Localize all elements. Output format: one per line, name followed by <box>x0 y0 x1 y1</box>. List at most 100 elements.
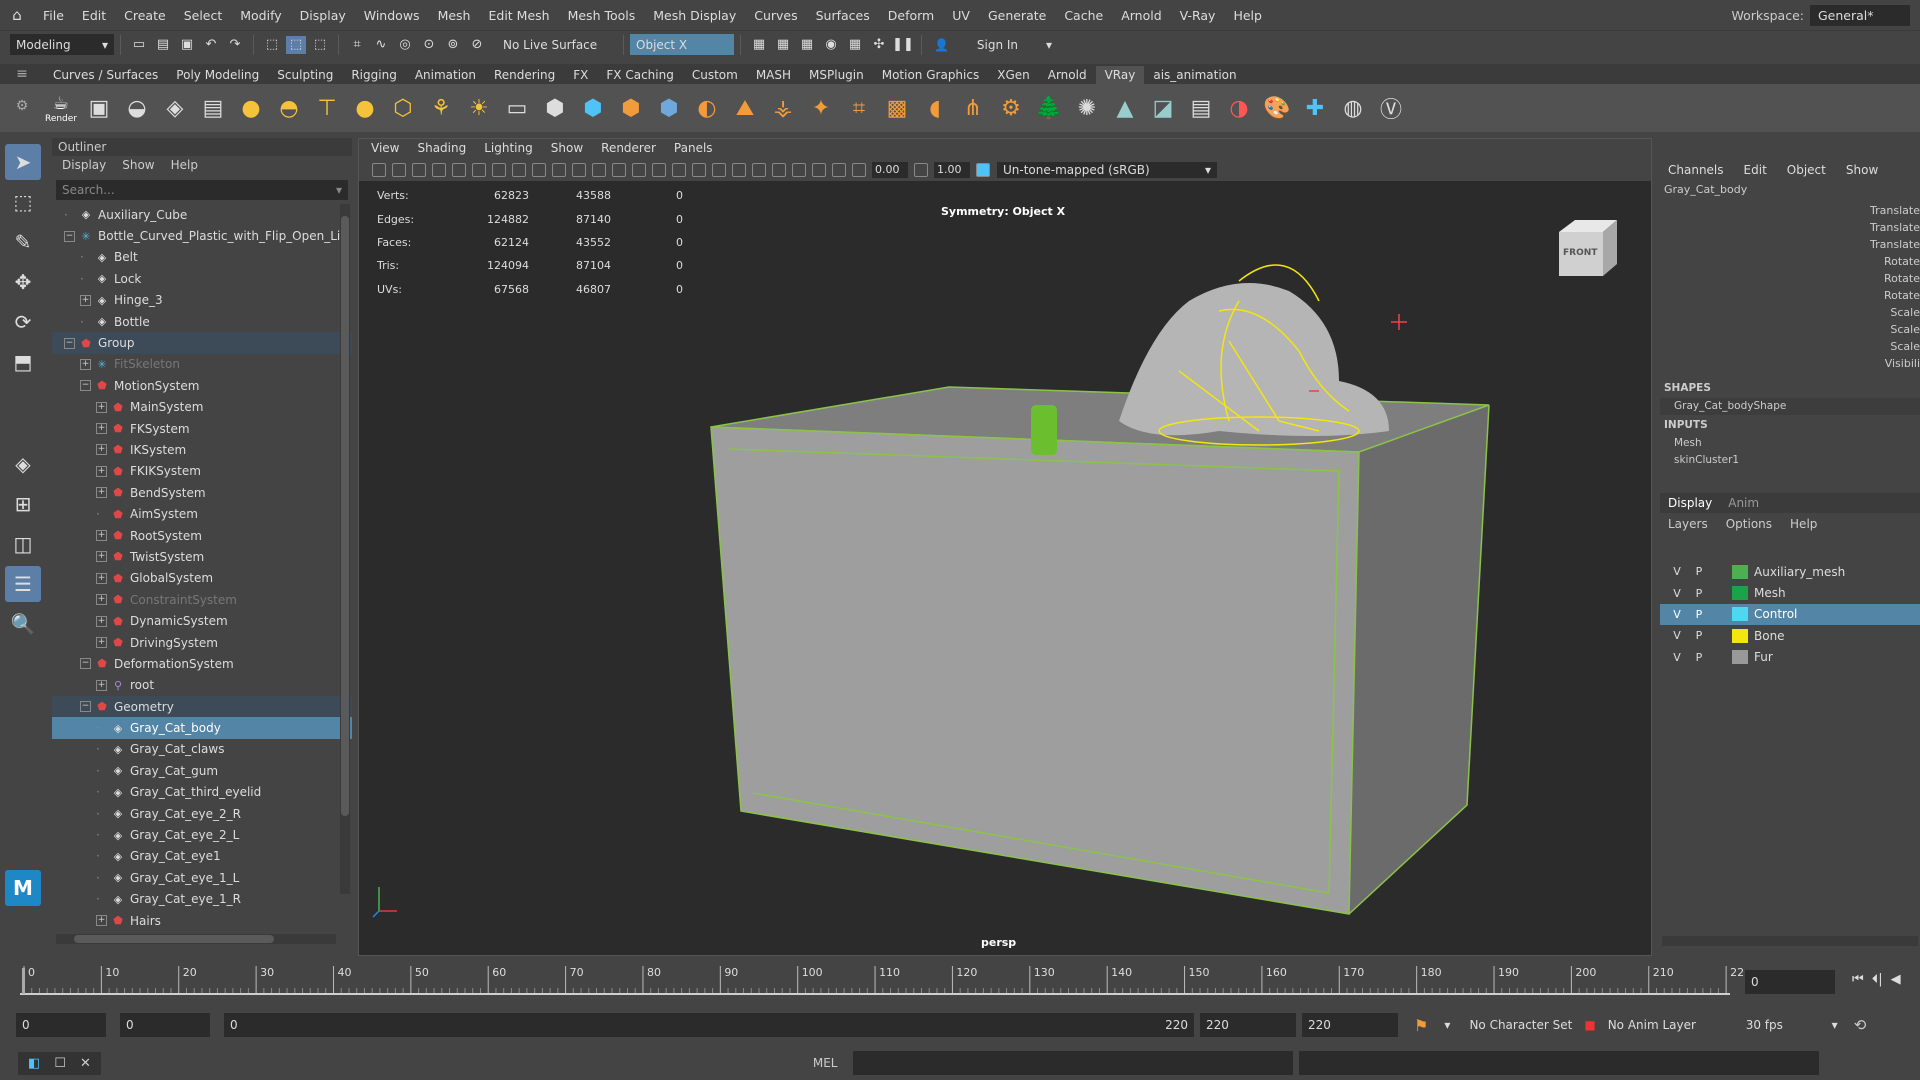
menu-windows[interactable]: Windows <box>355 8 429 23</box>
menu-arnold[interactable]: Arnold <box>1112 8 1170 23</box>
menu-curves[interactable]: Curves <box>745 8 806 23</box>
shapes-icon[interactable]: ▲ <box>1108 91 1142 125</box>
channel-attr-translate[interactable]: Translate <box>1660 238 1920 255</box>
viewport-menu-panels[interactable]: Panels <box>674 141 713 157</box>
expand-icon[interactable]: + <box>96 423 107 435</box>
expand-icon[interactable]: + <box>96 679 107 691</box>
outliner-search-input[interactable]: Search... ▾ <box>56 180 348 200</box>
outliner-item-hinge-3[interactable]: + ◈ Hinge_3 <box>52 290 352 311</box>
playback-end-field[interactable]: 220 <box>1200 1013 1296 1037</box>
channel-hscrollbar[interactable] <box>1662 936 1918 946</box>
layer-row-bone[interactable]: V P Bone <box>1660 625 1920 646</box>
new-scene-icon[interactable]: ▭ <box>129 36 149 54</box>
channel-attr-scale[interactable]: Scale <box>1660 306 1920 323</box>
resolution-gate-icon[interactable] <box>472 163 486 177</box>
rect-light-icon[interactable]: ⊤ <box>310 91 344 125</box>
viewcube[interactable]: FRONT <box>1551 214 1621 287</box>
outliner-item-gray-cat-gum[interactable]: · ◈ Gray_Cat_gum <box>52 760 352 781</box>
outliner-item-group[interactable]: − ⬟ Group <box>52 332 352 354</box>
layer-row-mesh[interactable]: V P Mesh <box>1660 582 1920 603</box>
wireframe-icon[interactable] <box>592 163 606 177</box>
expand-icon[interactable]: + <box>96 444 107 456</box>
scrollbar-thumb[interactable] <box>341 216 349 816</box>
channel-attr-rotate[interactable]: Rotate <box>1660 272 1920 289</box>
layer-playback-toggle[interactable]: P <box>1688 587 1710 600</box>
bulb-icon[interactable]: ◍ <box>1336 91 1370 125</box>
outliner-menu-show[interactable]: Show <box>122 158 154 174</box>
live-surface-field[interactable]: No Live Surface <box>497 34 617 55</box>
scene-canvas[interactable] <box>359 181 1653 957</box>
outliner-item-aimsystem[interactable]: · ⬟ AimSystem <box>52 503 352 524</box>
animation-start-field[interactable]: 0 <box>16 1013 106 1037</box>
outliner-item-drivingsystem[interactable]: + ⬟ DrivingSystem <box>52 632 352 653</box>
outliner-item-bottle-curved-plastic-with-flip-open-li[interactable]: − ✳ Bottle_Curved_Plastic_with_Flip_Open_L… <box>52 225 352 246</box>
viewport-menu-renderer[interactable]: Renderer <box>601 141 656 157</box>
viewport-menu-show[interactable]: Show <box>551 141 583 157</box>
layer-menu-help[interactable]: Help <box>1790 517 1817 531</box>
material-shelf-icon[interactable]: ◐ <box>690 91 724 125</box>
menu-surfaces[interactable]: Surfaces <box>807 8 879 23</box>
settings-shelf-icon[interactable]: ⚙ <box>994 91 1028 125</box>
xray-joints-icon[interactable] <box>812 163 826 177</box>
outliner-item-gray-cat-eye1[interactable]: · ◈ Gray_Cat_eye1 <box>52 846 352 867</box>
layer-row-control[interactable]: V P Control <box>1660 603 1920 626</box>
channel-menu-show[interactable]: Show <box>1846 163 1878 177</box>
script-language[interactable]: MEL <box>813 1056 838 1070</box>
expand-icon[interactable]: + <box>96 530 107 542</box>
rotate-tool-icon[interactable]: ⟳ <box>5 304 41 340</box>
ipr-render-icon[interactable]: ▦ <box>797 36 817 54</box>
shelf-tab-sculpting[interactable]: Sculpting <box>268 66 342 84</box>
outliner-item-belt[interactable]: · ◈ Belt <box>52 247 352 268</box>
isolate-icon[interactable] <box>772 163 786 177</box>
single-view-icon[interactable]: ◈ <box>5 446 41 482</box>
snap-shelf-icon[interactable]: ✚ <box>1298 91 1332 125</box>
undo-icon[interactable]: ↶ <box>201 36 221 54</box>
shelf-tab-fx-caching[interactable]: FX Caching <box>597 66 682 84</box>
expand-icon[interactable]: + <box>96 915 107 927</box>
shelf-tab-fx[interactable]: FX <box>564 66 597 84</box>
grid-shelf-icon[interactable]: ⌗ <box>842 91 876 125</box>
redo-icon[interactable]: ↷ <box>225 36 245 54</box>
outliner-item-gray-cat-claws[interactable]: · ◈ Gray_Cat_claws <box>52 739 352 760</box>
outliner-layout-icon[interactable]: ☰ <box>5 566 41 602</box>
viewport-panel[interactable]: View Shading Lighting Show Renderer Panels 0.… <box>358 138 1652 956</box>
key-icon[interactable]: ⚑ <box>1414 1016 1428 1035</box>
wireframe-shaded-icon[interactable] <box>652 163 666 177</box>
expand-icon[interactable]: + <box>80 294 91 306</box>
menu-deform[interactable]: Deform <box>879 8 943 23</box>
shape-node[interactable]: Gray_Cat_bodyShape <box>1660 398 1920 415</box>
vray-logo-icon[interactable]: Ⓥ <box>1374 91 1408 125</box>
cat-fur-mesh[interactable] <box>1119 283 1389 436</box>
dome-light-icon[interactable]: ◓ <box>272 91 306 125</box>
camera-icon[interactable] <box>372 163 386 177</box>
rt-render-shelf-icon[interactable]: ◈ <box>158 91 192 125</box>
safe-title-icon[interactable] <box>552 163 566 177</box>
outliner-hscrollbar[interactable] <box>56 934 336 944</box>
scene-proxy-icon[interactable]: ⬢ <box>614 91 648 125</box>
scatter-icon[interactable]: ✺ <box>1070 91 1104 125</box>
layer-tab-anim[interactable]: Anim <box>1728 496 1759 510</box>
outliner-item-gray-cat-eye-1-l[interactable]: · ◈ Gray_Cat_eye_1_L <box>52 867 352 888</box>
layer-color-swatch[interactable] <box>1732 564 1748 579</box>
menu-select[interactable]: Select <box>175 8 232 23</box>
shelf-tab-animation[interactable]: Animation <box>406 66 485 84</box>
layer-visibility-toggle[interactable]: V <box>1666 565 1688 578</box>
channel-attr-visibili[interactable]: Visibili <box>1660 357 1920 374</box>
layer-visibility-toggle[interactable]: V <box>1666 629 1688 642</box>
expand-icon[interactable]: + <box>96 401 107 413</box>
lights-icon[interactable] <box>692 163 706 177</box>
sphere-fade-icon[interactable]: ◖ <box>918 91 952 125</box>
outliner-item-iksystem[interactable]: + ⬟ IKSystem <box>52 439 352 460</box>
shadows-icon[interactable] <box>712 163 726 177</box>
outliner-item-gray-cat-eye-1-r[interactable]: · ◈ Gray_Cat_eye_1_R <box>52 889 352 910</box>
color-space-dropdown[interactable]: Un-tone-mapped (sRGB) ▾ <box>997 162 1217 178</box>
outliner-item-constraintsystem[interactable]: + ⬟ ConstraintSystem <box>52 589 352 610</box>
channel-attr-rotate[interactable]: Rotate <box>1660 255 1920 272</box>
save-scene-icon[interactable]: ▣ <box>177 36 197 54</box>
menu-mesh[interactable]: Mesh <box>429 8 480 23</box>
menu-uv[interactable]: UV <box>943 8 979 23</box>
shelf-tab-rendering[interactable]: Rendering <box>485 66 564 84</box>
outliner-menu-display[interactable]: Display <box>62 158 106 174</box>
clipper-icon[interactable]: ▩ <box>880 91 914 125</box>
lasso-tool-icon[interactable]: ⬚ <box>5 184 41 220</box>
